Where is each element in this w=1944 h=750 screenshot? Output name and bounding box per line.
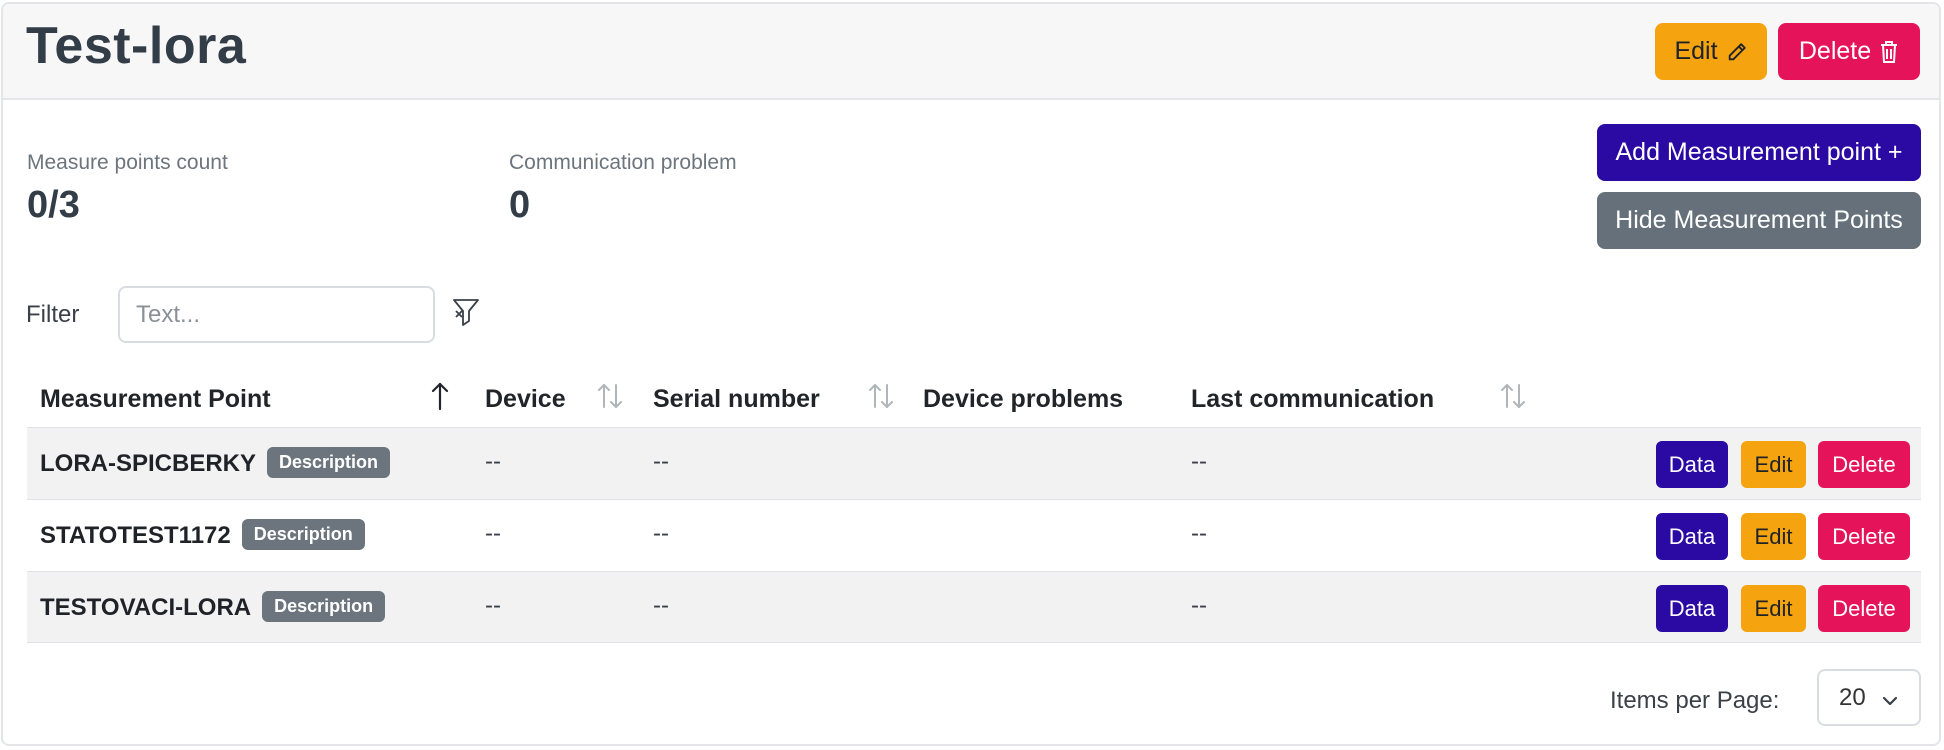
row-edit-button[interactable]: Edit [1741,585,1806,632]
data-button[interactable]: Data [1656,441,1728,488]
hide-measurement-points-button[interactable]: Hide Measurement Points [1597,192,1921,249]
delete-button-label: Delete [1798,37,1872,65]
table-row: STATOTEST1172 Description -- -- -- Data E… [27,499,1921,571]
sort-icon[interactable] [597,381,623,416]
serial-number-cell: -- [653,592,669,619]
last-communication-cell: -- [1191,448,1207,475]
trash-icon [1879,40,1899,64]
items-per-page-select[interactable]: 20 [1817,669,1921,726]
measurement-point-name: STATOTEST1172 Description [40,519,365,550]
data-button[interactable]: Data [1656,513,1728,560]
measure-points-label: Measure points count [27,151,228,174]
edit-button-label: Edit [1674,37,1718,65]
pencil-icon [1726,41,1748,63]
filter-input[interactable] [118,286,435,343]
last-communication-cell: -- [1191,520,1207,547]
serial-number-cell: -- [653,448,669,475]
card-header: Test-lora Edit Delete [3,4,1939,100]
chevron-down-icon [1881,689,1899,717]
page-title: Test-lora [26,17,247,75]
delete-button[interactable]: Delete [1778,23,1920,80]
add-measurement-point-button[interactable]: Add Measurement point + [1597,124,1921,181]
row-edit-button[interactable]: Edit [1741,441,1806,488]
row-delete-button[interactable]: Delete [1818,585,1910,632]
table-row: TESTOVACI-LORA Description -- -- -- Data … [27,571,1921,643]
data-button[interactable]: Data [1656,585,1728,632]
filter-label: Filter [26,301,80,328]
device-cell: -- [485,520,501,547]
column-header-last-communication[interactable]: Last communication [1191,385,1434,414]
description-badge[interactable]: Description [241,519,365,550]
measurement-point-name-text: TESTOVACI-LORA [40,594,252,621]
edit-button[interactable]: Edit [1655,23,1767,80]
column-header-serial-number[interactable]: Serial number [653,385,820,414]
device-cell: -- [485,592,501,619]
sort-icon[interactable] [868,381,894,416]
measurement-point-name-text: LORA-SPICBERKY [40,450,257,477]
sort-ascending-icon[interactable] [429,381,451,416]
items-per-page-label: Items per Page: [1610,687,1780,714]
row-edit-button[interactable]: Edit [1741,513,1806,560]
row-delete-button[interactable]: Delete [1818,513,1910,560]
row-delete-button[interactable]: Delete [1818,441,1910,488]
column-header-measurement-point[interactable]: Measurement Point [40,385,271,414]
column-header-device-problems: Device problems [923,385,1124,413]
measurement-point-name-text: STATOTEST1172 [40,522,231,549]
column-header-device[interactable]: Device [485,385,566,414]
measure-points-value: 0/3 [27,184,80,226]
serial-number-cell: -- [653,520,669,547]
measurement-group-card: Test-lora Edit Delete Measure points cou… [1,2,1941,746]
measurement-point-name: LORA-SPICBERKY Description [40,447,391,478]
communication-problem-value: 0 [509,184,531,226]
last-communication-cell: -- [1191,592,1207,619]
description-badge[interactable]: Description [262,591,386,622]
items-per-page-value: 20 [1839,683,1866,711]
clear-filter-icon[interactable] [452,297,480,332]
device-cell: -- [485,448,501,475]
table-row: LORA-SPICBERKY Description -- -- -- Data … [27,427,1921,499]
communication-problem-label: Communication problem [509,151,737,174]
description-badge[interactable]: Description [267,447,391,478]
measurement-point-name: TESTOVACI-LORA Description [40,591,386,622]
sort-icon[interactable] [1500,381,1526,416]
